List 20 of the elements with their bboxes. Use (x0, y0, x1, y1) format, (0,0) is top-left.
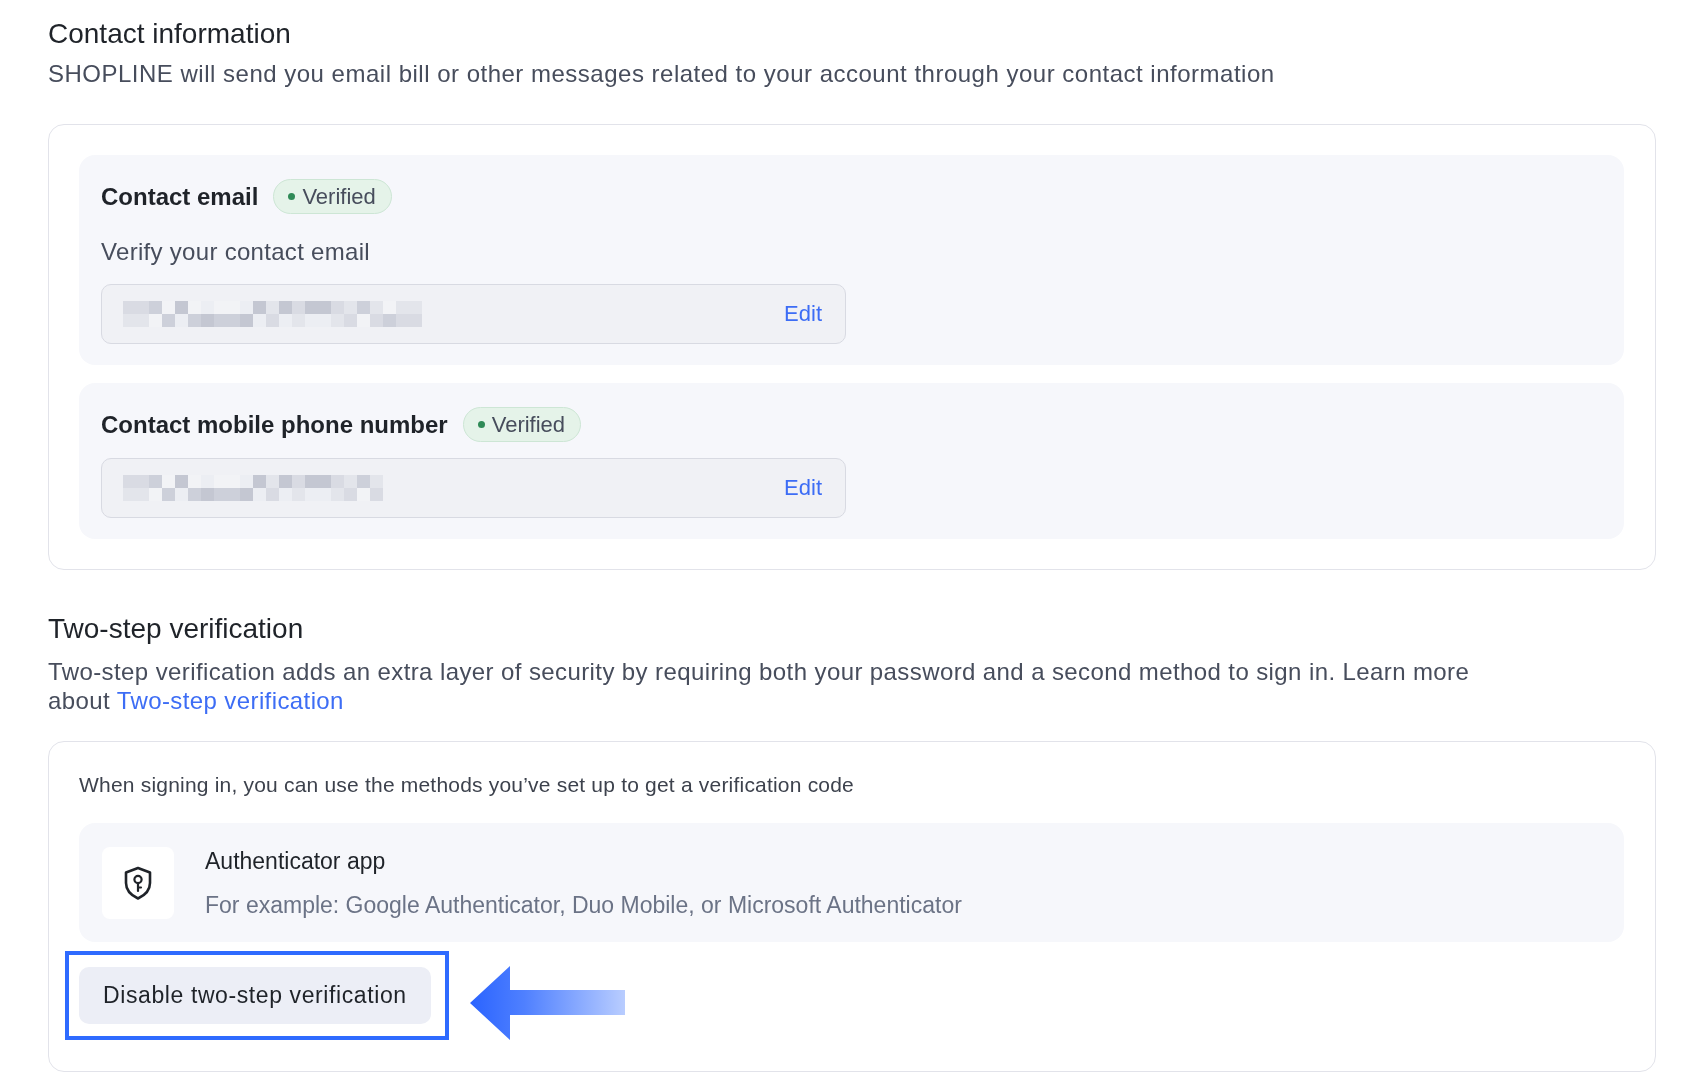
section-title: Contact information (48, 17, 291, 51)
disable-button[interactable]: Disable two-step verification (79, 967, 431, 1024)
edit-link[interactable]: Edit (784, 301, 822, 327)
field-hint: Verify your contact email (101, 237, 370, 267)
contact-title: Contact email (101, 182, 259, 211)
section-description: Two-step verification adds an extra layer of security by requiring both your password and a second method to sign in. Learn more about Two-step verification (48, 657, 1471, 715)
learn-more-link[interactable]: Two-step verification (116, 687, 344, 714)
status-dot-icon (477, 421, 485, 428)
shield-key-icon (102, 847, 174, 919)
left-arrow-icon (469, 966, 625, 1040)
section-title: Two-step verification (48, 612, 304, 646)
method-description: For example: Google Authenticator, Duo Mobile, or Microsoft Authenticator (205, 891, 962, 920)
contact-title: Contact mobile phone number (101, 410, 448, 439)
badge-label: Verified (302, 183, 376, 210)
section-description: SHOPLINE will send you email bill or other messages related to your account through your contact information (48, 59, 1275, 89)
badge-label: Verified (491, 411, 566, 438)
method-title: Authenticator app (205, 847, 386, 876)
intro-text: When signing in, you can use the methods you’ve set up to get a verification code (79, 772, 854, 798)
status-dot-icon (288, 193, 296, 200)
edit-link[interactable]: Edit (784, 475, 822, 501)
